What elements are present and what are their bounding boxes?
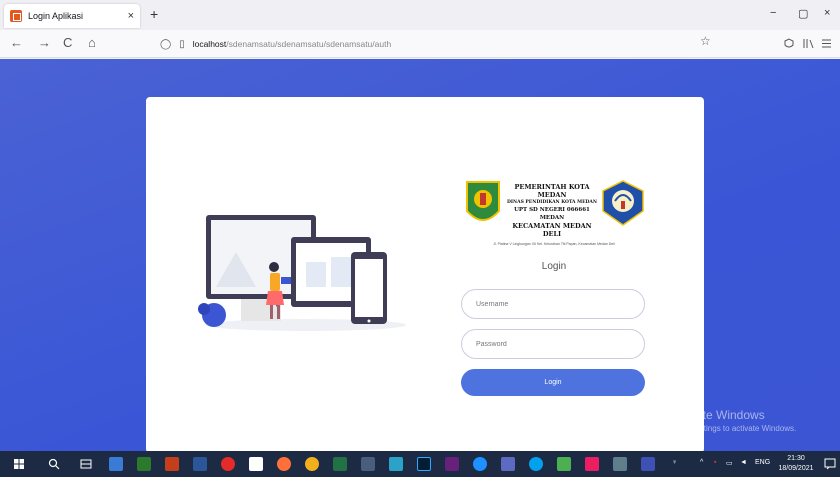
activate-subtitle: Go to Settings to activate Windows. bbox=[670, 424, 797, 433]
tracking-shield-icon[interactable]: ◯ bbox=[160, 39, 171, 50]
taskbar-app-icon[interactable] bbox=[389, 457, 403, 471]
taskbar-notepad-icon[interactable] bbox=[249, 457, 263, 471]
taskbar-chrome-icon[interactable] bbox=[305, 457, 319, 471]
taskbar-word-icon[interactable] bbox=[193, 457, 207, 471]
taskbar-tool-icon[interactable] bbox=[613, 457, 627, 471]
password-input[interactable] bbox=[461, 329, 645, 359]
activate-title: Activate Windows bbox=[670, 408, 765, 422]
tut-wuri-handayani-logo-icon bbox=[602, 180, 644, 226]
taskbar-photoshop-icon[interactable] bbox=[417, 457, 431, 471]
page-background: PEMERINTAH KOTA MEDAN DINAS PENDIDIKAN K… bbox=[0, 59, 840, 453]
maximize-button[interactable]: ▢ bbox=[798, 7, 808, 20]
minimize-button[interactable]: − bbox=[770, 7, 776, 19]
header-line-2: DINAS PENDIDIKAN KOTA MEDAN bbox=[506, 200, 598, 205]
search-icon[interactable] bbox=[48, 458, 60, 470]
taskbar-file-icon[interactable] bbox=[557, 457, 571, 471]
windows-start-icon[interactable] bbox=[14, 459, 24, 469]
task-view-icon[interactable] bbox=[80, 458, 92, 470]
login-title: Login bbox=[541, 261, 567, 272]
favicon-icon bbox=[10, 10, 22, 22]
window-close-button[interactable]: × bbox=[824, 7, 830, 19]
clock[interactable]: 21:30 18/09/2021 bbox=[776, 454, 816, 474]
address-bar[interactable]: ◯ ▯ localhost /sdenamsatu/sdenamsatu/sde… bbox=[160, 34, 720, 54]
school-address: Jl. Platina V Lingkungan XII Kel. Kelura… bbox=[493, 242, 615, 246]
taskbar-firefox-icon[interactable] bbox=[277, 457, 291, 471]
windows-taskbar: ♀ ^ ▪ ▭ ◄ ENG 21:30 18/09/2021 bbox=[0, 451, 840, 477]
language-indicator[interactable]: ENG bbox=[755, 459, 770, 466]
taskbar-powerpoint-icon[interactable] bbox=[165, 457, 179, 471]
taskbar-mail-icon[interactable] bbox=[109, 457, 123, 471]
tab-title: Login Aplikasi bbox=[28, 11, 84, 21]
taskbar-globe-icon[interactable] bbox=[529, 457, 543, 471]
taskbar-media-icon[interactable] bbox=[585, 457, 599, 471]
tab-close-button[interactable]: × bbox=[128, 10, 134, 22]
header-line-3: UPT SD NEGERI 066661 MEDAN bbox=[514, 207, 590, 221]
header-text: PEMERINTAH KOTA MEDAN DINAS PENDIDIKAN K… bbox=[504, 183, 600, 238]
notification-icon[interactable] bbox=[824, 458, 836, 470]
browser-tab[interactable]: Login Aplikasi × bbox=[4, 4, 140, 28]
taskbar-visual-studio-icon[interactable] bbox=[445, 457, 459, 471]
taskbar-image-icon[interactable] bbox=[501, 457, 515, 471]
taskbar-opera-icon[interactable] bbox=[221, 457, 235, 471]
volume-icon[interactable]: ◄ bbox=[740, 459, 747, 466]
pocket-icon bbox=[784, 38, 794, 48]
forward-button[interactable]: → bbox=[38, 35, 51, 50]
taskbar-link-icon[interactable] bbox=[361, 457, 375, 471]
network-icon[interactable]: ▪ bbox=[714, 459, 716, 466]
devices-illustration bbox=[198, 215, 406, 331]
taskbar-excel-icon[interactable] bbox=[333, 457, 347, 471]
library-icon bbox=[803, 39, 814, 49]
header-line-1: PEMERINTAH KOTA MEDAN bbox=[514, 183, 590, 199]
clock-date: 18/09/2021 bbox=[778, 465, 814, 472]
taskbar-extra-icon[interactable] bbox=[641, 457, 655, 471]
reload-button[interactable]: C bbox=[63, 35, 72, 50]
new-tab-button[interactable]: + bbox=[150, 6, 158, 22]
people-icon[interactable]: ♀ bbox=[672, 459, 677, 466]
username-input[interactable] bbox=[461, 289, 645, 319]
activate-windows-watermark: Activate Windows Go to Settings to activ… bbox=[670, 408, 796, 433]
bookmark-star-icon[interactable]: ☆ bbox=[700, 34, 711, 48]
medan-city-seal-icon bbox=[466, 181, 500, 221]
taskbar-store-icon[interactable] bbox=[137, 457, 151, 471]
url-host: localhost bbox=[192, 39, 227, 49]
navigation-bar: ← → C ⌂ ◯ ▯ localhost /sdenamsatu/sdenam… bbox=[0, 30, 840, 58]
menu-icon bbox=[822, 39, 831, 48]
tab-bar: Login Aplikasi × + − ▢ × bbox=[0, 0, 840, 30]
header-line-4: KECAMATAN MEDAN DELI bbox=[512, 222, 592, 238]
school-header: PEMERINTAH KOTA MEDAN DINAS PENDIDIKAN K… bbox=[464, 179, 644, 239]
login-card: PEMERINTAH KOTA MEDAN DINAS PENDIDIKAN K… bbox=[146, 97, 704, 453]
url-path: /sdenamsatu/sdenamsatu/sdenamsatu/auth bbox=[226, 39, 392, 49]
toolbar-icons bbox=[784, 38, 831, 49]
battery-icon[interactable]: ▭ bbox=[726, 459, 733, 467]
taskbar-edge-icon[interactable] bbox=[473, 457, 487, 471]
login-button[interactable]: Login bbox=[461, 369, 645, 396]
tray-chevron-icon[interactable]: ^ bbox=[700, 459, 703, 466]
back-button[interactable]: ← bbox=[10, 35, 23, 50]
home-button[interactable]: ⌂ bbox=[88, 35, 96, 50]
clock-time: 21:30 bbox=[787, 455, 805, 462]
page-info-icon[interactable]: ▯ bbox=[179, 39, 185, 50]
